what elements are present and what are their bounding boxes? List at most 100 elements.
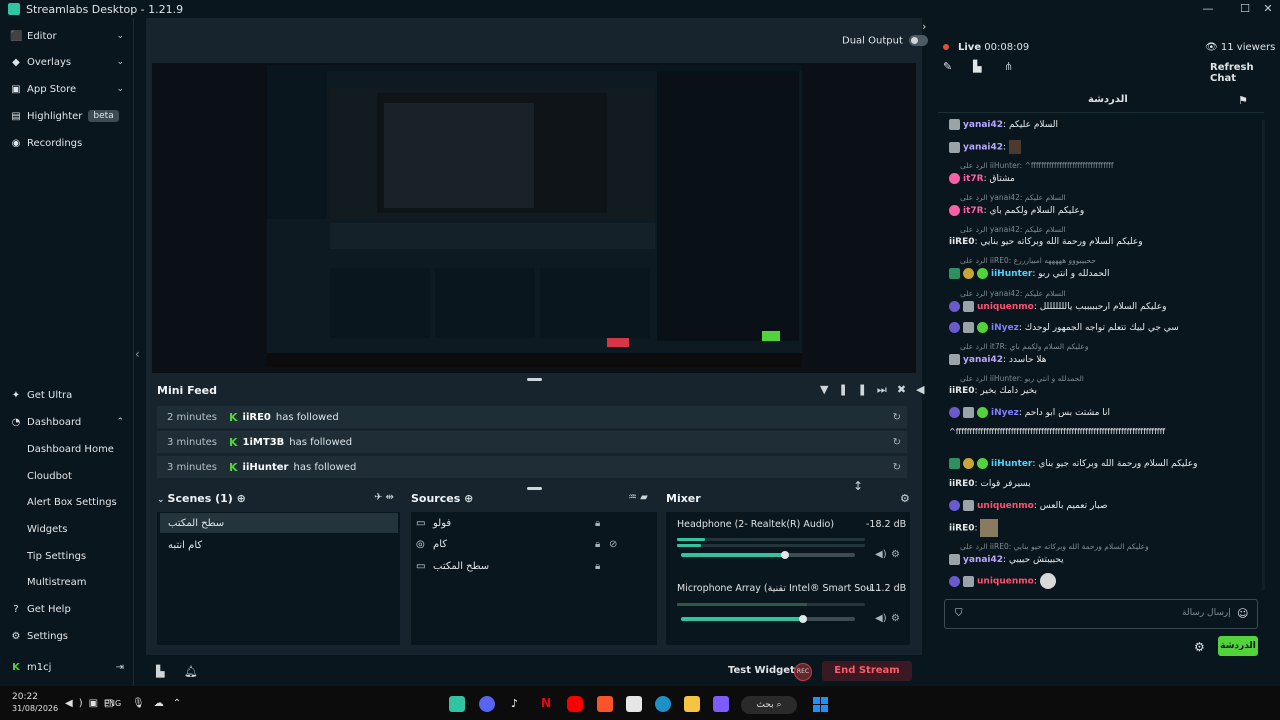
gear-icon[interactable]: ⚙ [891,613,900,624]
sidebar-item-widgets[interactable]: Widgets [0,518,134,540]
language-indicator[interactable]: ENG [104,699,121,708]
sidebar-user[interactable]: Km1cj ⇥ [0,656,134,678]
test-widgets-button[interactable]: Test Widgets [728,665,801,676]
repeat-alert-icon[interactable]: ↻ [893,462,901,473]
volume-slider-knob[interactable] [799,615,807,623]
badge-icon [963,268,974,279]
sidebar-item-get-help[interactable]: ? Get Help [0,598,134,620]
mute-alert-icon[interactable]: ✖ [897,383,916,396]
maximize-button[interactable]: ☐ [1233,0,1257,18]
volume-slider[interactable] [681,615,855,623]
speaker-icon[interactable]: ◀) [875,549,887,560]
scene-item[interactable]: سطح المكتب [160,513,398,533]
collapse-icon[interactable]: ⌄ [157,495,165,505]
edit-stream-icon[interactable]: ✎ [943,60,952,73]
sidebar-item-overlays[interactable]: ◆ Overlays ⌄ [0,51,134,73]
lock-icon[interactable]: 🔒︎ [595,561,600,572]
discord-taskbar-icon[interactable] [479,696,495,712]
logout-icon[interactable]: ⇥ [116,662,124,673]
chat-reply-context: الرد على yanai42: السلام عليكم [960,289,1066,298]
sidebar-item-highlighter[interactable]: ▤ Highlighter beta [0,105,134,127]
store-taskbar-icon[interactable] [626,696,642,712]
chat-users-icon[interactable]: ⚑ [1238,94,1248,107]
chat-settings-icon[interactable]: ⚙ [1194,640,1205,654]
emoji-icon[interactable]: ☺ [1237,607,1248,620]
brave-taskbar-icon[interactable] [597,696,613,712]
sidebar-item-cloudbot[interactable]: Cloudbot [0,465,134,487]
sidebar-item-settings[interactable]: ⚙ Settings [0,625,134,647]
stats-icon[interactable]: ▙ [156,665,164,678]
sidebar-item-tip-settings[interactable]: Tip Settings [0,545,134,567]
chat-scrollbar[interactable] [1262,120,1265,590]
skip-icon[interactable]: ⏭ [877,383,897,396]
shield-icon[interactable]: ⛉ [955,608,963,619]
volume-icon[interactable]: ◀ [916,383,934,396]
scene-item[interactable]: كام انتبه [160,535,398,555]
sidebar-item-dashboard-home[interactable]: Dashboard Home [0,438,134,460]
add-source-icon[interactable]: ⊕ [464,492,473,505]
app-taskbar-icon[interactable] [713,696,729,712]
chat-send-button[interactable]: الدردشة [1218,636,1258,656]
youtube-taskbar-icon[interactable] [567,696,583,712]
sidebar-item-multistream[interactable]: Multistream [0,571,134,593]
repeat-alert-icon[interactable]: ↻ [893,437,901,448]
pause-icon[interactable]: ❚❚ [838,383,876,396]
tray-icons[interactable]: 🎙︎☁⌃ [132,698,190,709]
windows-start-icon[interactable] [813,697,828,712]
emote-image [1008,140,1021,154]
dashboard-stream-icon[interactable]: ▙ [973,60,981,73]
lock-icon[interactable]: 🔒︎ [595,539,600,550]
sidebar-item-dashboard[interactable]: ◔ Dashboard ⌃ [0,411,134,433]
editor-icon: ⬛ [10,30,23,42]
netflix-taskbar-icon[interactable]: N [541,696,551,710]
chat-reply-context: الرد على yanai42: السلام عليكم [960,225,1066,234]
minimize-button[interactable]: — [1196,0,1220,18]
source-item[interactable]: ▭ فولو 🔒︎ [416,514,654,532]
source-folder-icon[interactable]: ♒ ▰ [628,492,648,503]
add-scene-icon[interactable]: ⊕ [237,492,246,505]
sidebar-item-app-store[interactable]: ▣ App Store ⌄ [0,78,134,100]
end-stream-button[interactable]: End Stream [822,661,912,681]
sidebar-item-alert-box[interactable]: Alert Box Settings [0,491,134,513]
speaker-icon[interactable]: ◀) [875,613,887,624]
explorer-taskbar-icon[interactable] [684,696,700,712]
gear-icon[interactable]: ⚙ [891,549,900,560]
avatar [949,119,960,130]
resize-handle[interactable] [527,378,542,381]
feed-row: 3 minutes KiiHunter has followed ↻ [157,456,907,478]
chat-message: yanai42: السلام عليكم [949,119,1257,130]
hidden-icon[interactable]: ⊘ [609,539,617,550]
edge-taskbar-icon[interactable] [655,696,671,712]
sidebar-item-get-ultra[interactable]: ✦ Get Ultra [0,384,134,406]
badge-icon [963,322,974,333]
app-title: Streamlabs Desktop - 1.21.9 [26,2,184,16]
filter-icon[interactable]: ▼ [820,383,838,396]
collapse-chat-icon[interactable]: › [922,20,926,33]
record-button[interactable]: REC [794,663,812,681]
sidebar-item-recordings[interactable]: ◉ Recordings [0,132,134,154]
mixer-panel [666,512,910,645]
scene-transitions-icon[interactable]: ✈ ⇹ [374,492,394,503]
lock-icon[interactable]: 🔒︎ [595,518,600,529]
stream-preview[interactable] [152,63,916,373]
search-box[interactable]: بحث ⌕ [741,696,797,714]
volume-meter [677,538,865,541]
sidebar-item-editor[interactable]: ⬛ Editor ⌄ [0,25,134,47]
share-icon[interactable]: ⋔ [1004,60,1013,73]
close-button[interactable]: ✕ [1256,0,1280,18]
volume-slider-knob[interactable] [781,551,789,559]
streamlabs-taskbar-icon[interactable] [449,696,465,712]
source-item[interactable]: ▭ سطح المكتب 🔒︎ [416,557,654,575]
tiktok-taskbar-icon[interactable]: ♪ [511,697,518,710]
toggle-switch[interactable] [908,35,928,46]
volume-slider[interactable] [681,551,855,559]
mixer-settings-icon[interactable]: ⚙ [900,492,910,505]
resize-handle[interactable] [527,487,542,490]
notification-icon[interactable]: 🔔︎ [184,665,198,678]
source-item[interactable]: ◎ كام 🔒︎ ⊘ [416,535,654,553]
refresh-chat-button[interactable]: Refresh Chat [1210,62,1280,84]
avatar [949,354,960,365]
repeat-alert-icon[interactable]: ↻ [893,412,901,423]
collapse-sidebar-icon[interactable]: ‹ [135,347,140,361]
dual-output-toggle[interactable]: Dual Output [842,35,928,47]
